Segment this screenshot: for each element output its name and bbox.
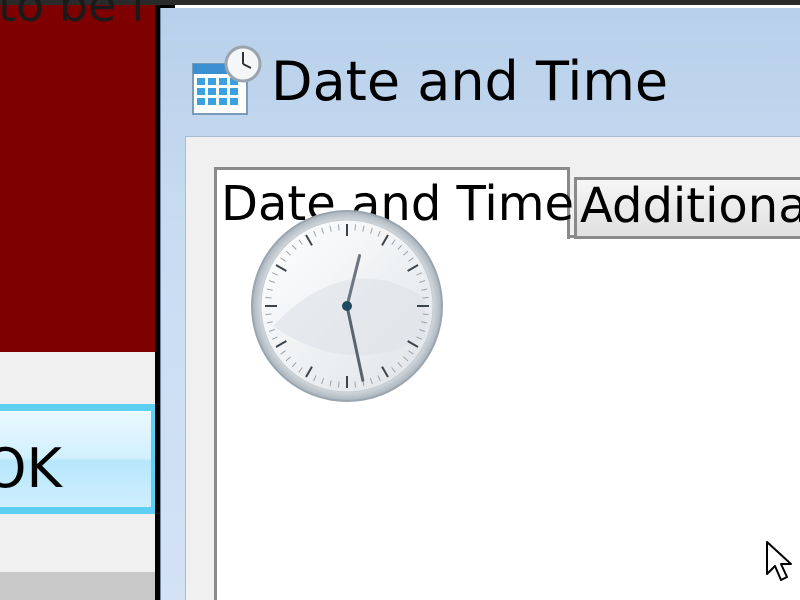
ok-button-label: OK bbox=[0, 437, 62, 500]
clock-minute-tick bbox=[354, 224, 357, 231]
dialog-title: Date and Time bbox=[271, 50, 669, 113]
background-window-text: to be f bbox=[0, 0, 148, 32]
clock-minute-tick bbox=[354, 381, 357, 388]
clock-minute-tick bbox=[422, 313, 429, 316]
tab-additional-clocks[interactable]: Additional Clocks bbox=[574, 177, 800, 239]
clock-minute-tick bbox=[337, 224, 340, 231]
background-window: to be f OK bbox=[0, 0, 165, 600]
ok-button[interactable]: OK bbox=[0, 404, 156, 514]
clock-minute-tick bbox=[422, 296, 429, 299]
clock-center-pin bbox=[342, 301, 352, 311]
ok-button-face: OK bbox=[0, 411, 151, 507]
analog-clock bbox=[251, 210, 443, 402]
clock-minute-tick bbox=[265, 313, 272, 316]
background-red-panel bbox=[0, 0, 165, 352]
date-and-time-dialog[interactable]: Date and Time Date and Time Additional C… bbox=[160, 8, 800, 600]
tab-additional-clocks-label: Additional Clocks bbox=[580, 178, 800, 234]
clock-minute-tick bbox=[265, 296, 272, 299]
date-time-calendar-clock-icon bbox=[192, 45, 262, 115]
clock-minute-tick bbox=[337, 381, 340, 388]
background-bottom-strip bbox=[0, 572, 160, 600]
mouse-pointer-arrow-icon bbox=[766, 541, 792, 581]
